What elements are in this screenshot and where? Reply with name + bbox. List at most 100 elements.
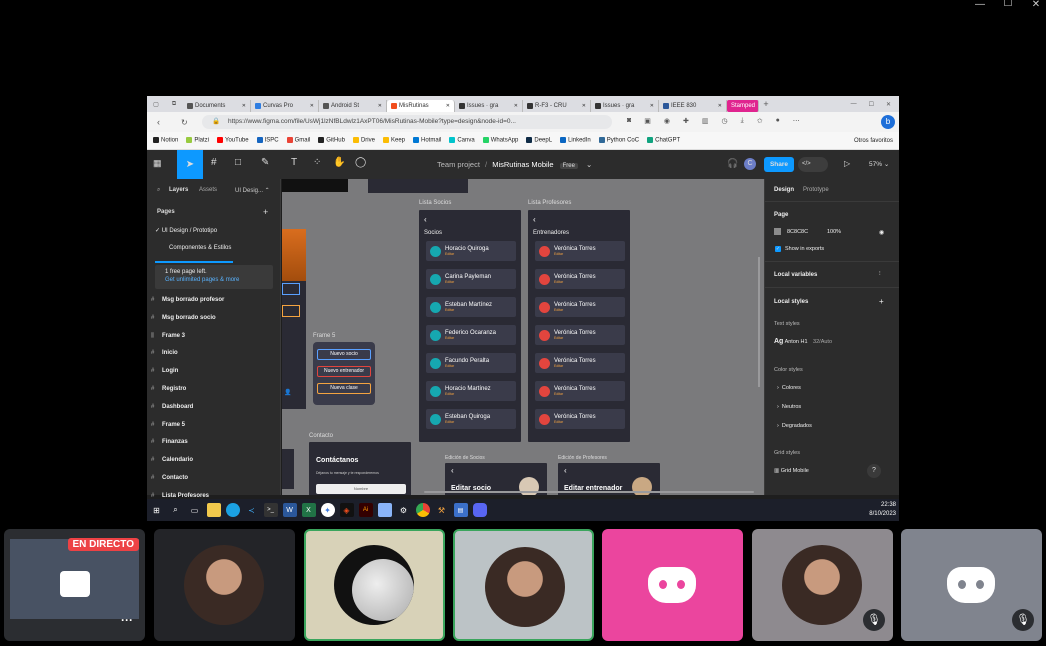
color-group-neutros[interactable]: › Neutros — [777, 404, 801, 410]
back-icon[interactable]: ‹ — [157, 117, 160, 127]
bookmark-item[interactable]: GitHub — [318, 137, 345, 144]
page-color-value[interactable]: 8C8C8C — [787, 229, 808, 235]
task-view-icon[interactable]: ▭ — [188, 503, 202, 517]
media-icon[interactable]: ▣ — [644, 117, 651, 125]
app-icon[interactable]: ⚒ — [435, 503, 449, 517]
browser-close-icon[interactable]: ✕ — [886, 101, 891, 108]
list-item[interactable]: Verónica Torres Editar — [535, 353, 625, 373]
list-item[interactable]: Facundo Peralta Editar — [426, 353, 516, 373]
browser-tab[interactable]: MisRutinas ✕ — [387, 100, 455, 112]
browser-tab[interactable]: Issues · gra ✕ — [591, 100, 659, 112]
frame-label-edicion-prof[interactable]: Edición de Profesores — [558, 455, 607, 461]
figma-canvas[interactable]: 👤 Lista Socios ‹ Socios Horacio Quiroga E… — [282, 179, 764, 495]
bookmark-item[interactable]: Hotmail — [413, 137, 441, 144]
frame-contacto[interactable]: Contáctanos Déjanos tu mensaje y te resp… — [309, 442, 411, 495]
layer-item[interactable]: # Msg borrado socio — [151, 315, 216, 321]
window-app-icon[interactable]: ▤ — [453, 503, 468, 517]
bookmark-item[interactable]: ISPC — [256, 137, 279, 144]
page-dropdown[interactable]: UI Desig... ⌃ — [235, 187, 270, 194]
move-tool-icon[interactable]: ➤ — [177, 150, 203, 179]
tab-design[interactable]: Design — [774, 187, 794, 193]
browser-tab[interactable]: Curvas Pro ✕ — [251, 100, 319, 112]
text-style-item[interactable]: Ag Anton H1 32/Auto — [774, 338, 832, 345]
workspaces-icon[interactable]: ▢ — [147, 101, 165, 108]
reload-icon[interactable]: ↻ — [181, 118, 188, 127]
bookmark-item[interactable]: Python CoC — [598, 137, 639, 144]
frame-label-contacto[interactable]: Contacto — [309, 433, 333, 439]
frame-5[interactable]: Nuevo socio Nuevo entrenador Nueva clase — [313, 342, 375, 405]
layer-item[interactable]: # Calendario — [151, 457, 193, 463]
system-clock[interactable]: 22:38 8/10/2023 — [869, 501, 899, 519]
page-opacity-value[interactable]: 100% — [827, 229, 841, 235]
tab-prototype[interactable]: Prototype — [803, 187, 829, 193]
browser-tab[interactable]: Documents ✕ — [183, 100, 251, 112]
comment-tool-icon[interactable]: ◯ — [355, 157, 366, 168]
layer-item[interactable]: # Login — [151, 368, 178, 374]
dev-mode-toggle[interactable]: </> — [798, 157, 828, 172]
other-favorites[interactable]: Otros favoritos — [854, 138, 899, 144]
layer-item[interactable]: # Finanzas — [151, 439, 188, 445]
figma-icon[interactable]: ◈ — [339, 503, 354, 517]
layer-item[interactable]: # Msg borrado profesor — [151, 297, 224, 303]
layer-item[interactable]: ⫼ Frame 3 — [151, 333, 185, 340]
list-item[interactable]: Verónica Torres Editar — [535, 381, 625, 401]
layer-item[interactable]: # Dashboard — [151, 404, 193, 410]
tab-layers[interactable]: Layers — [169, 187, 188, 193]
taskbar-search-icon[interactable]: ⌕ — [169, 503, 183, 517]
bookmark-item[interactable]: WhatsApp — [482, 137, 518, 144]
settings-icon[interactable]: ⚙ — [397, 503, 411, 517]
close-tab-icon[interactable]: ✕ — [718, 103, 722, 109]
close-tab-icon[interactable]: ✕ — [378, 103, 382, 109]
frame-tool-icon[interactable]: # — [211, 157, 217, 168]
new-tab-icon[interactable]: + — [759, 99, 773, 109]
bookmark-item[interactable]: YouTube — [217, 137, 249, 144]
illustrator-icon[interactable]: Ai — [358, 503, 373, 517]
show-exports-checkbox[interactable]: ✓ — [775, 246, 781, 252]
participant-tile[interactable]: 🎙 — [901, 529, 1042, 641]
color-group-degradados[interactable]: › Degradados — [777, 423, 812, 429]
search-icon[interactable]: ⌕ — [157, 187, 160, 194]
browser-tab[interactable]: R-F3 - CRU ✕ — [523, 100, 591, 112]
close-tab-icon[interactable]: ✕ — [242, 103, 246, 109]
eye-icon[interactable]: ◉ — [879, 229, 884, 236]
windows-start-icon[interactable]: ⊞ — [150, 503, 164, 517]
word-icon[interactable]: W — [282, 503, 297, 517]
list-item[interactable]: Verónica Torres Editar — [535, 325, 625, 345]
layer-item[interactable]: # Frame 5 — [151, 422, 185, 428]
browser-min-icon[interactable]: — — [851, 101, 857, 108]
present-icon[interactable]: ▷ — [844, 159, 850, 168]
color-group-colores[interactable]: › Colores — [777, 385, 801, 391]
bookmark-item[interactable]: Notion — [153, 137, 178, 144]
list-item[interactable]: Federico Ocaranza Editar — [426, 325, 516, 345]
text-tool-icon[interactable]: T — [291, 157, 297, 168]
page-color-swatch[interactable] — [774, 228, 781, 235]
puzzle-icon[interactable]: ✚ — [683, 117, 689, 125]
maximize-button[interactable]: ☐ — [994, 0, 1022, 11]
upsell-link[interactable]: Get unlimited pages & more — [165, 277, 263, 283]
page-item-ui-design[interactable]: ✓ UI Design / Prototipo — [155, 227, 217, 234]
bookmark-item[interactable]: Drive — [352, 137, 375, 144]
layer-item[interactable]: # Inicio — [151, 350, 178, 356]
list-item[interactable]: Esteban Quiroga Editar — [426, 409, 516, 429]
more-options-icon[interactable]: ··· — [121, 613, 133, 627]
help-button[interactable]: ? — [867, 464, 881, 478]
file-breadcrumb[interactable]: Team project / MisRutinas Mobile Free ⌄ — [437, 160, 592, 169]
favorites-icon[interactable]: ✩ — [757, 117, 763, 125]
grid-style-item[interactable]: ▥ Grid Mobile — [774, 468, 809, 474]
participant-tile[interactable] — [453, 529, 594, 641]
nuevo-socio-button[interactable]: Nuevo socio — [317, 349, 371, 360]
tab-actions-icon[interactable]: ⧉ — [165, 101, 183, 108]
list-item[interactable]: Horacio Martínez Editar — [426, 381, 516, 401]
excel-icon[interactable]: X — [301, 503, 316, 517]
participant-tile[interactable] — [304, 529, 445, 641]
layer-item[interactable]: # Lista Profesores — [151, 493, 209, 499]
notepad-icon[interactable] — [377, 503, 392, 517]
vscode-icon[interactable]: ≺ — [245, 503, 259, 517]
close-tab-icon[interactable]: ✕ — [650, 103, 654, 109]
url-field[interactable]: 🔒 https://www.figma.com/file/UsWj1lzNfBL… — [202, 115, 612, 129]
bookmark-item[interactable]: Canva — [449, 137, 475, 144]
zoom-level[interactable]: 57% ⌄ — [869, 160, 889, 168]
extension-icon[interactable]: ◉ — [664, 117, 670, 125]
add-page-icon[interactable]: + — [263, 207, 268, 217]
list-item[interactable]: Esteban Martínez Editar — [426, 297, 516, 317]
